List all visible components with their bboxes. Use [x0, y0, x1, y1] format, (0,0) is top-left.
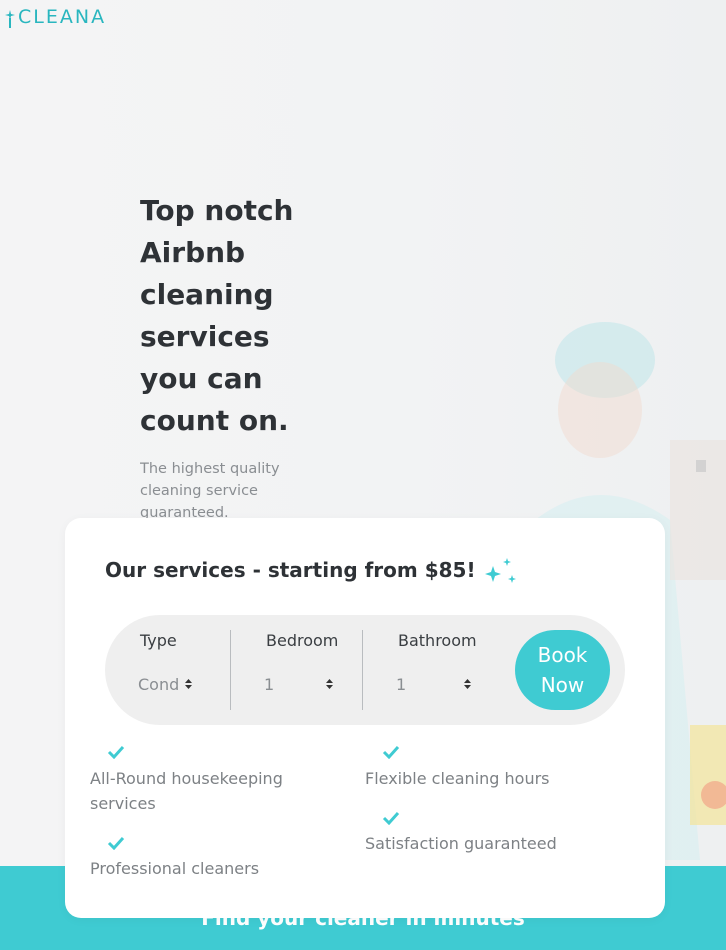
- bathroom-label: Bathroom: [398, 631, 477, 650]
- booking-card: Our services - starting from $85! Type C…: [65, 518, 665, 918]
- sparkles-icon: [485, 558, 516, 583]
- feature-item: Professional cleaners: [90, 836, 330, 886]
- hero-headline: Top notch Airbnb cleaning services you c…: [140, 194, 294, 437]
- card-title: Our services - starting from $85!: [105, 558, 476, 582]
- logo-text: CLEANA: [18, 6, 107, 28]
- sparkle-icon: [5, 10, 15, 28]
- bedroom-label: Bedroom: [266, 631, 339, 650]
- bathroom-select-value: 1: [396, 674, 407, 694]
- feature-item: All-Round housekeeping services: [90, 745, 330, 825]
- select-arrows-icon: [464, 679, 471, 689]
- type-select[interactable]: Cond: [138, 671, 193, 697]
- feature-item: Satisfaction guaranteed: [365, 811, 605, 861]
- logo[interactable]: CLEANA: [2, 4, 106, 30]
- bedroom-field: Bedroom 1: [231, 615, 362, 725]
- feature-item: Flexible cleaning hours: [365, 745, 605, 795]
- type-field: Type Cond: [105, 615, 230, 725]
- bathroom-field: Bathroom 1: [363, 615, 503, 725]
- feature-text: All-Round housekeeping services: [90, 769, 283, 813]
- bedroom-select[interactable]: 1: [264, 671, 334, 697]
- feature-text: Satisfaction guaranteed: [365, 834, 557, 853]
- type-label: Type: [140, 631, 177, 650]
- select-arrows-icon: [185, 679, 193, 689]
- booking-form: Type Cond Bedroom 1 Bathroom 1 Book Now: [105, 615, 625, 725]
- check-icon: [382, 811, 400, 825]
- check-icon: [107, 836, 125, 850]
- bathroom-select[interactable]: 1: [396, 671, 472, 697]
- feature-text: Professional cleaners: [90, 859, 260, 878]
- check-icon: [382, 745, 400, 759]
- book-now-button[interactable]: Book Now: [515, 630, 610, 710]
- hero-subline: The highest quality cleaning service gua…: [140, 461, 280, 520]
- bedroom-select-value: 1: [264, 674, 275, 694]
- type-select-value: Cond: [138, 674, 180, 694]
- select-arrows-icon: [326, 679, 333, 689]
- check-icon: [107, 745, 125, 759]
- feature-text: Flexible cleaning hours: [365, 769, 550, 788]
